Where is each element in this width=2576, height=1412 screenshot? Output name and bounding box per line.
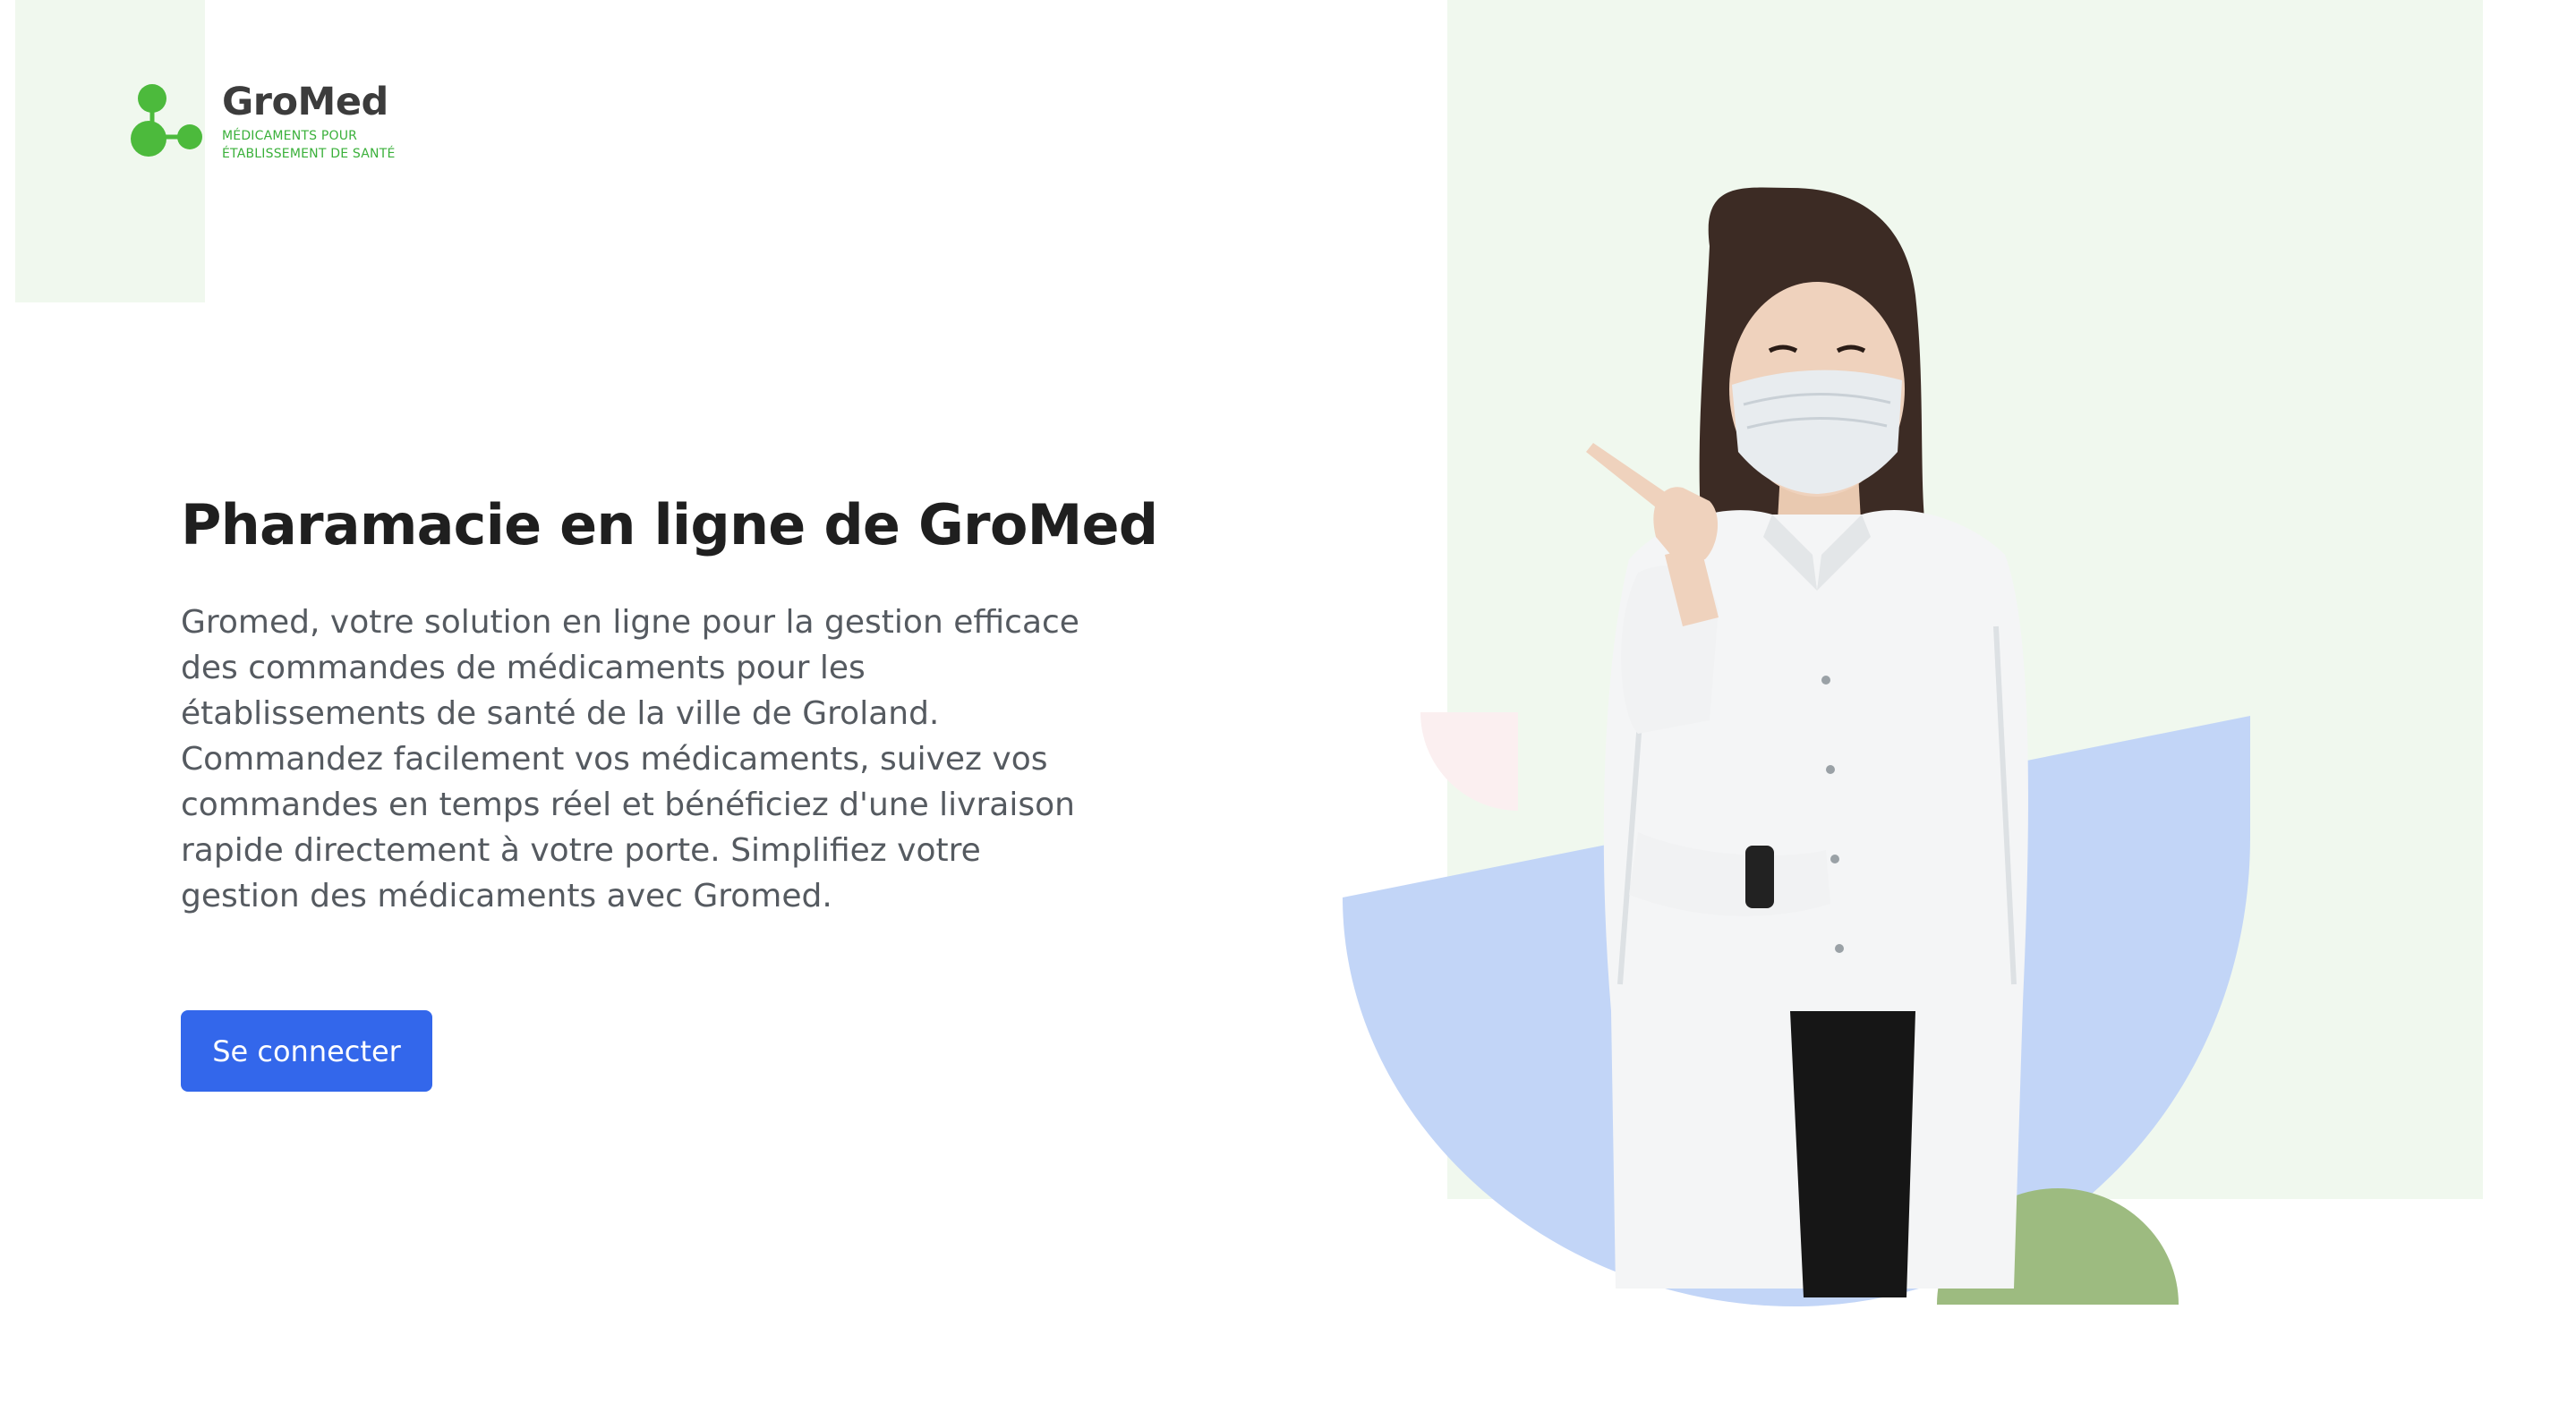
illustration-pink-shape: [1420, 712, 1518, 811]
gromed-logo[interactable]: GroMed MÉDICAMENTS POUR ÉTABLISSEMENT DE…: [131, 81, 396, 163]
hero-title: Pharamacie en ligne de GroMed: [181, 492, 1158, 557]
hero-description: Gromed, votre solution en ligne pour la …: [181, 604, 1079, 914]
logo-tagline-line1: MÉDICAMENTS POUR: [222, 129, 358, 143]
logo-name: GroMed: [222, 80, 388, 124]
logo-text: GroMed MÉDICAMENTS POUR ÉTABLISSEMENT DE…: [222, 81, 396, 163]
login-button[interactable]: Se connecter: [181, 1010, 432, 1092]
logo-tagline: MÉDICAMENTS POUR ÉTABLISSEMENT DE SANTÉ: [222, 127, 396, 163]
logo-tagline-line2: ÉTABLISSEMENT DE SANTÉ: [222, 147, 396, 161]
hero-illustration: [1343, 0, 2483, 1306]
molecule-icon: [131, 84, 202, 157]
landing-page: GroMed MÉDICAMENTS POUR ÉTABLISSEMENT DE…: [0, 0, 2576, 1412]
